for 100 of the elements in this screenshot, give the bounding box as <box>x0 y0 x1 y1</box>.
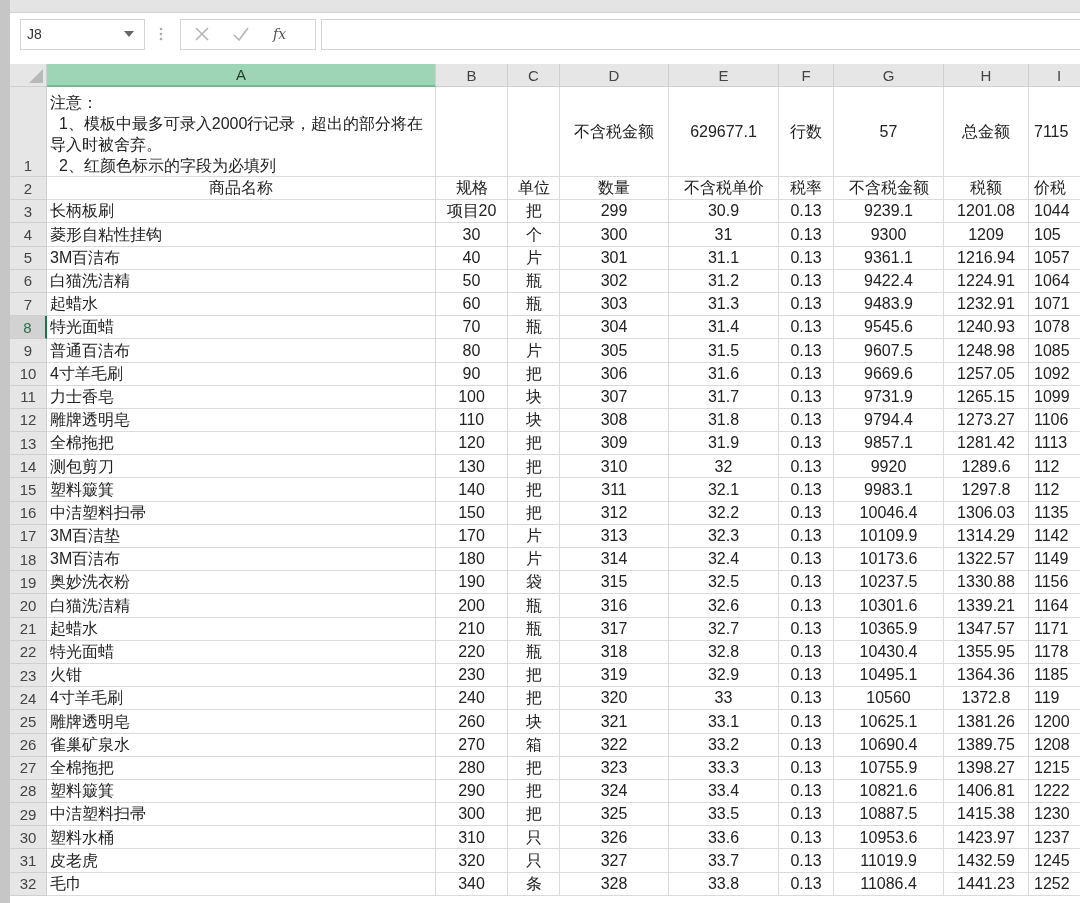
table-cell: 1164 <box>1034 596 1069 615</box>
row-header[interactable]: 31 <box>10 849 47 873</box>
column-header[interactable]: F <box>779 64 834 87</box>
table-cell: 1245 <box>1034 851 1070 870</box>
row-header[interactable]: 28 <box>10 779 47 804</box>
table-cell: 项目20 <box>446 202 497 221</box>
row-header[interactable]: 5 <box>10 246 47 270</box>
row-header[interactable]: 24 <box>10 687 47 711</box>
table-cell: 把 <box>525 202 542 221</box>
table-cell: 311 <box>601 480 627 499</box>
row-header[interactable]: 30 <box>10 826 47 850</box>
row-header[interactable]: 23 <box>10 663 47 688</box>
table-cell: 0.13 <box>790 318 822 336</box>
table-cell: 全棉拖把 <box>50 759 114 777</box>
name-box[interactable]: J8 <box>20 18 145 50</box>
table-cell: 测包剪刀 <box>50 457 114 476</box>
table-cell: 304 <box>600 318 628 336</box>
summary-value: 57 <box>879 122 898 141</box>
column-header[interactable]: B <box>436 64 508 87</box>
table-cell: 10821.6 <box>859 782 918 800</box>
table-cell: 10625.1 <box>859 712 918 731</box>
select-all-corner[interactable] <box>10 64 47 87</box>
row-header[interactable]: 16 <box>10 501 47 525</box>
table-cell: 302 <box>600 272 628 290</box>
table-cell: 1057 <box>1034 248 1070 267</box>
column-header[interactable]: G <box>834 64 944 87</box>
table-cell: 0.13 <box>790 550 822 568</box>
table-cell: 1252 <box>1034 874 1070 893</box>
row-header[interactable]: 3 <box>10 200 47 224</box>
row-header[interactable]: 1 <box>10 87 47 177</box>
table-cell: 100 <box>458 388 485 406</box>
table-cell: 33.2 <box>707 735 740 754</box>
grip-icon[interactable] <box>159 27 163 41</box>
table-cell: 0.13 <box>790 689 822 707</box>
row-header[interactable]: 19 <box>10 571 47 595</box>
column-header[interactable]: I <box>1029 64 1080 87</box>
table-cell: 片 <box>525 550 542 568</box>
table-cell: 30 <box>462 225 481 244</box>
table-cell: 230 <box>458 666 485 684</box>
row-header[interactable]: 2 <box>10 177 47 201</box>
table-cell: 0.13 <box>790 712 822 731</box>
row-header[interactable]: 22 <box>10 640 47 664</box>
column-header[interactable]: A <box>47 64 436 87</box>
table-cell: 32.5 <box>707 573 740 592</box>
row-header[interactable]: 8 <box>10 316 47 340</box>
row-header[interactable]: 32 <box>10 872 47 896</box>
row-header[interactable]: 13 <box>10 432 47 456</box>
row-header[interactable]: 21 <box>10 617 47 641</box>
row-header[interactable]: 12 <box>10 408 47 433</box>
table-cell: 0.13 <box>790 874 822 893</box>
table-cell: 318 <box>600 643 628 661</box>
check-icon[interactable] <box>233 27 249 41</box>
row-header[interactable]: 18 <box>10 548 47 572</box>
row-header[interactable]: 27 <box>10 756 47 780</box>
row-header[interactable]: 17 <box>10 524 47 548</box>
table-cell: 4寸羊毛刷 <box>50 689 123 707</box>
row-header[interactable]: 14 <box>10 455 47 479</box>
row-header[interactable]: 25 <box>10 710 47 734</box>
dropdown-caret-icon[interactable] <box>124 31 134 37</box>
column-header[interactable]: D <box>560 64 669 87</box>
row-header[interactable]: 6 <box>10 269 47 293</box>
row-header[interactable]: 26 <box>10 733 47 757</box>
column-title: 税率 <box>790 179 822 197</box>
table-cell: 把 <box>525 689 542 707</box>
row-header[interactable]: 15 <box>10 478 47 502</box>
table-cell: 325 <box>600 805 628 823</box>
table-cell: 340 <box>458 874 485 893</box>
table-cell: 140 <box>458 480 485 499</box>
table-cell: 瓶 <box>525 596 542 615</box>
table-cell: 130 <box>458 457 485 476</box>
insert-function-button[interactable]: fx <box>273 26 287 42</box>
table-cell: 32 <box>714 457 733 476</box>
column-header[interactable]: H <box>944 64 1029 87</box>
table-cell: 0.13 <box>790 851 822 870</box>
table-cell: 1423.97 <box>957 828 1015 847</box>
table-cell: 1289.6 <box>961 457 1011 476</box>
row-header[interactable]: 4 <box>10 223 47 247</box>
row-header[interactable]: 20 <box>10 594 47 618</box>
table-cell: 0.13 <box>790 735 822 754</box>
row-header[interactable]: 11 <box>10 385 47 409</box>
table-cell: 把 <box>525 805 542 823</box>
table-cell: 菱形自粘性挂钩 <box>50 225 162 244</box>
column-header[interactable]: E <box>669 64 779 87</box>
table-cell: 320 <box>600 689 628 707</box>
column-header[interactable]: C <box>508 64 560 87</box>
table-cell: 312 <box>600 503 628 522</box>
table-cell: 皮老虎 <box>50 851 98 870</box>
column-title: 不含税单价 <box>683 179 764 197</box>
formula-input-field[interactable] <box>321 18 1080 50</box>
table-cell: 328 <box>600 874 628 893</box>
table-cell: 32.2 <box>707 503 740 522</box>
table-cell: 0.13 <box>790 248 822 267</box>
table-cell: 9483.9 <box>864 295 913 313</box>
table-cell: 310 <box>458 828 485 847</box>
cancel-icon[interactable] <box>195 27 209 41</box>
row-header[interactable]: 10 <box>10 362 47 386</box>
row-header[interactable]: 9 <box>10 339 47 363</box>
row-header[interactable]: 29 <box>10 803 47 827</box>
select-all-icon[interactable] <box>29 69 43 83</box>
row-header[interactable]: 7 <box>10 292 47 317</box>
